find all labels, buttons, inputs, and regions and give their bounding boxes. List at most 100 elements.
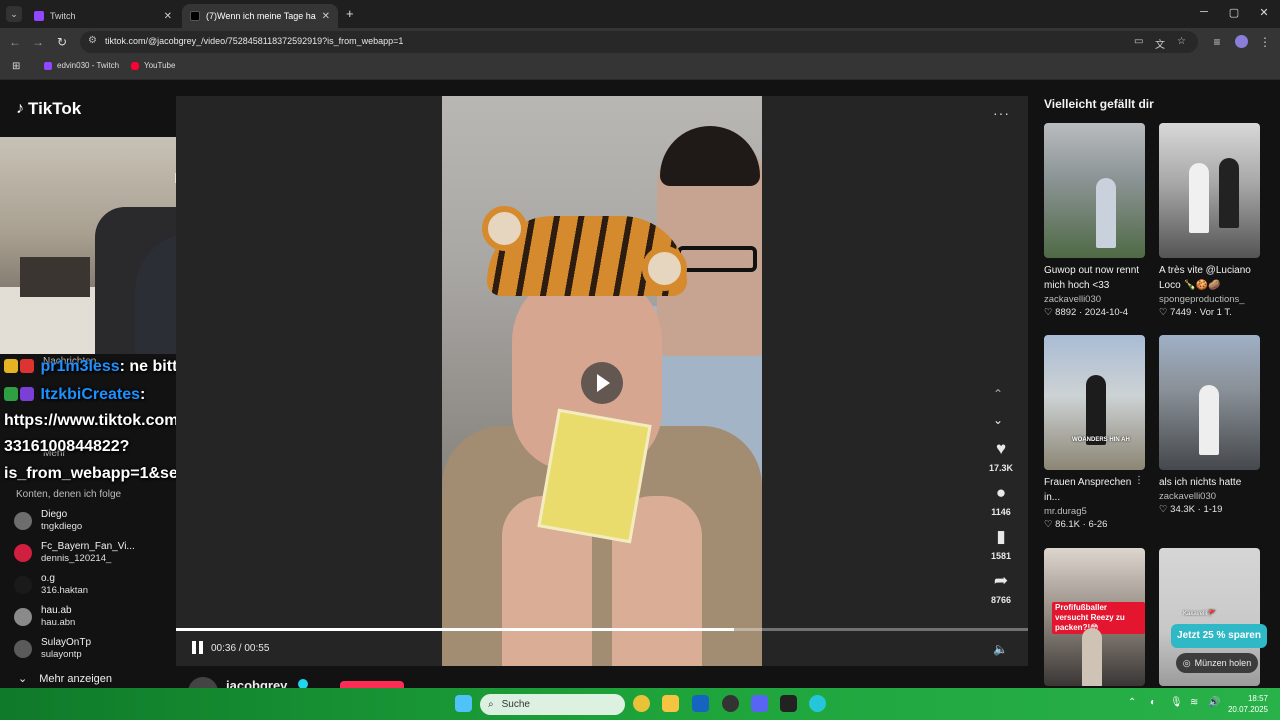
chrome-icon[interactable] (633, 695, 650, 712)
bookmark-youtube[interactable]: YouTube (131, 61, 175, 70)
recommendation-card[interactable]: WOANDERS HIN AH Frauen Ansprechen in... … (1044, 335, 1145, 530)
video-stats: ♡ 8892 · 2024-10-4 (1044, 307, 1129, 318)
heart-outline-icon: ♡ (1159, 307, 1168, 318)
capcut-icon[interactable] (780, 695, 797, 712)
network-icon[interactable]: ◐ (1150, 697, 1156, 708)
get-coins-button[interactable]: ◎ Münzen holen (1176, 653, 1258, 673)
thumbnail-caption: Kakavelli 🚩 (1183, 611, 1217, 617)
video-author[interactable]: spongeproductions_ (1159, 294, 1260, 305)
taskbar-clock[interactable]: 18:57 20.07.2025 (1226, 693, 1268, 715)
video-stats: ♡ 34.3K · 1-19 (1159, 504, 1223, 515)
reload-icon[interactable]: ↻ (55, 35, 69, 49)
recommendation-card[interactable]: als ich nichts hatte zackavelli030 ♡ 34.… (1159, 335, 1260, 515)
video-author[interactable]: mr.durag5 (1044, 506, 1145, 517)
coupon-button[interactable]: Jetzt 25 % sparen (1171, 624, 1267, 648)
video-title: Guwop out now rennt mich hoch <33 (1044, 265, 1140, 291)
profile-avatar[interactable] (1235, 35, 1248, 48)
tiktok-logo[interactable]: ♪ TikTok (16, 99, 81, 119)
card-options-icon[interactable]: ⋮ (1134, 475, 1144, 486)
app-icon[interactable] (722, 695, 739, 712)
heart-outline-icon: ♡ (1044, 519, 1053, 530)
taskbar-search[interactable]: ⌕ Suche (480, 694, 625, 715)
more-options-icon[interactable]: ··· (993, 105, 1010, 121)
video-author[interactable]: zackavelli030 (1044, 294, 1145, 305)
site-info-icon[interactable]: ⚙ (88, 35, 97, 46)
file-explorer-icon[interactable] (662, 695, 679, 712)
play-button[interactable] (581, 362, 623, 404)
bookmark-twitch[interactable]: edvin030 - Twitch (44, 61, 119, 70)
new-tab-button[interactable]: + (346, 6, 354, 21)
tab-tiktok[interactable]: (7)Wenn ich meine Tage habe h ✕ (182, 4, 338, 28)
maximize-button[interactable]: ▢ (1224, 6, 1244, 19)
video-thumbnail[interactable] (1159, 335, 1260, 470)
discord-icon[interactable] (751, 695, 768, 712)
show-more-label: Mehr anzeigen (39, 672, 112, 685)
pause-icon[interactable] (192, 641, 204, 655)
post-date: 6-26 (1088, 519, 1108, 530)
avatar (14, 576, 32, 594)
video-thumbnail[interactable] (1044, 123, 1145, 258)
following-handle: dennis_120214_ (41, 553, 112, 564)
like-count: 7449 (1170, 307, 1192, 318)
following-name: Fc_Bayern_Fan_Vi... (41, 541, 135, 552)
video-thumbnail[interactable]: WOANDERS HIN AH (1044, 335, 1145, 470)
video-thumbnail[interactable]: Profifußballer versucht Reezy zu packen?… (1044, 548, 1145, 686)
volume-icon[interactable]: 🔈 (993, 642, 1008, 656)
video-progress-bar[interactable] (176, 628, 1028, 631)
close-tab-icon[interactable]: ✕ (322, 11, 330, 22)
apps-icon[interactable]: ⊞ (12, 61, 20, 72)
tiktok-note-icon: ♪ (16, 100, 24, 117)
bookmark-star-icon[interactable]: ☆ (1177, 36, 1186, 47)
address-bar[interactable]: ⚙ tiktok.com/@jacobgrey_/video/752845811… (80, 31, 1198, 53)
chat-message-text: 3316100844822? (4, 438, 130, 455)
like-button[interactable]: ♥ 17.3K (986, 439, 1016, 473)
tab-label: Twitch (50, 11, 76, 21)
close-window-button[interactable]: ✕ (1254, 6, 1274, 19)
video-author[interactable]: jacobgrey_ (188, 677, 448, 688)
recommendation-card[interactable]: Profifußballer versucht Reezy zu packen?… (1044, 548, 1145, 686)
back-icon[interactable]: ← (8, 35, 22, 49)
follow-button[interactable] (340, 681, 404, 688)
save-button[interactable]: ▮ 1581 (986, 527, 1016, 561)
wifi-icon[interactable]: ≋ (1190, 697, 1198, 708)
share-count: 8766 (990, 595, 1012, 605)
previous-video-icon[interactable]: ⌃ (993, 387, 1003, 401)
tray-chevron-icon[interactable]: ⌃ (1128, 697, 1136, 708)
speaker-icon[interactable]: 🔊 (1208, 697, 1220, 708)
minimize-button[interactable]: ─ (1194, 6, 1214, 18)
windows-start-icon[interactable] (455, 695, 472, 712)
video-author[interactable]: zackavelli030 (1159, 491, 1260, 502)
mic-icon[interactable]: 🎙 (1170, 697, 1183, 708)
recommendations-title: Vielleicht gefällt dir (1044, 97, 1154, 111)
like-count: 34.3K (1170, 504, 1195, 515)
show-more-button[interactable]: ⌄ Mehr anzeigen (18, 672, 112, 686)
video-title: Frauen Ansprechen in... (1044, 477, 1132, 503)
forward-icon[interactable]: → (31, 35, 45, 49)
avatar (14, 640, 32, 658)
tab-search-dropdown[interactable]: ⌄ (6, 6, 22, 22)
close-tab-icon[interactable]: ✕ (164, 11, 172, 22)
share-button[interactable]: ➦ 8766 (986, 571, 1016, 605)
recommendation-card[interactable]: A très vite @Luciano Loco 🍾🍪🥔 spongeprod… (1159, 123, 1260, 318)
tab-twitch[interactable]: Twitch ✕ (26, 4, 180, 28)
coin-icon: ◎ (1182, 657, 1191, 668)
comment-button[interactable]: ● 1146 (986, 483, 1016, 517)
next-video-icon[interactable]: ⌄ (993, 413, 1003, 427)
video-thumbnail[interactable] (1159, 123, 1260, 258)
chat-username: ItzkbiCreates (40, 386, 141, 403)
menu-icon[interactable]: ⋮ (1258, 35, 1272, 49)
like-count: 17.3K (988, 463, 1014, 473)
bookmark-icon: ▮ (996, 527, 1006, 546)
browser-toolbar: ← → ↻ ⚙ tiktok.com/@jacobgrey_/video/752… (0, 28, 1280, 56)
thumbnail-caption: WOANDERS HIN AH (1072, 437, 1130, 443)
heart-icon: ♥ (995, 439, 1007, 458)
search-placeholder: Suche (501, 699, 530, 710)
recommendation-card[interactable]: Guwop out now rennt mich hoch <33 zackav… (1044, 123, 1145, 318)
reading-list-icon[interactable]: ≡ (1210, 35, 1224, 49)
install-icon[interactable]: ▭ (1134, 36, 1143, 47)
translate-icon[interactable]: 文 (1155, 36, 1165, 51)
chat-separator: : (140, 386, 146, 403)
outlook-icon[interactable] (692, 695, 709, 712)
app-icon[interactable] (809, 695, 826, 712)
video-time: 00:36 / 00:55 (211, 643, 270, 654)
